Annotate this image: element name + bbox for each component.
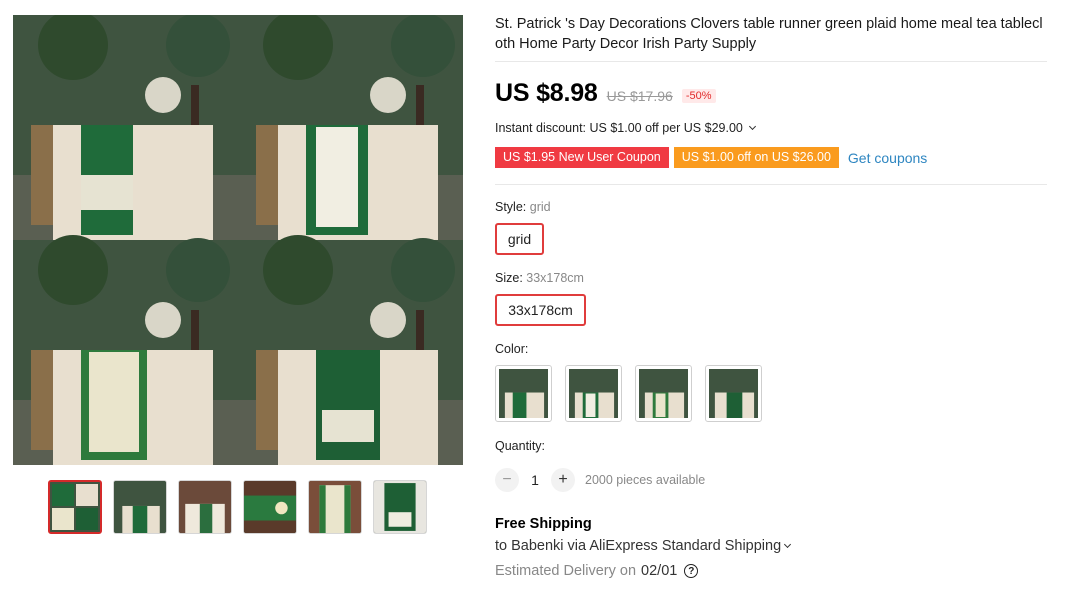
thumbnail-strip — [48, 480, 427, 534]
thumbnail-3[interactable] — [178, 480, 232, 534]
product-info: St. Patrick 's Day Decorations Clovers t… — [495, 14, 1047, 54]
color-swatch-4[interactable] — [705, 365, 762, 422]
price-row: US $8.98 US $17.96 -50% — [495, 79, 716, 108]
size-label: Size: 33x178cm — [495, 271, 584, 285]
color-swatches — [495, 365, 762, 422]
image-quadrant-4 — [238, 235, 463, 465]
quantity-label: Quantity: — [495, 439, 546, 453]
product-title: St. Patrick 's Day Decorations Clovers t… — [495, 16, 1043, 52]
current-price: US $8.98 — [495, 79, 598, 107]
coupon-row: US $1.95 New User Coupon US $1.00 off on… — [495, 147, 927, 168]
style-label: Style: grid — [495, 200, 551, 214]
divider — [495, 184, 1047, 185]
quantity-stepper: − 1 + 2000 pieces available — [495, 468, 705, 492]
delivery-date: 02/01 — [641, 563, 678, 579]
color-label: Color: — [495, 342, 529, 356]
style-selected-value: grid — [529, 200, 551, 214]
color-swatch-2[interactable] — [565, 365, 622, 422]
thumbnail-6[interactable] — [373, 480, 427, 534]
chevron-down-icon — [748, 122, 756, 130]
original-price: US $17.96 — [606, 88, 673, 104]
style-option-grid[interactable]: grid — [495, 223, 544, 255]
delivery-prefix: Estimated Delivery on — [495, 563, 637, 579]
divider — [495, 61, 1047, 62]
quantity-value[interactable]: 1 — [519, 472, 551, 488]
store-coupon[interactable]: US $1.00 off on US $26.00 — [673, 147, 839, 168]
thumbnail-5[interactable] — [308, 480, 362, 534]
instant-discount[interactable]: Instant discount: US $1.00 off per US $2… — [495, 121, 756, 135]
image-quadrant-1 — [13, 15, 238, 240]
color-swatch-3[interactable] — [635, 365, 692, 422]
image-quadrant-3 — [13, 235, 238, 465]
discount-badge: -50% — [681, 89, 716, 103]
help-icon[interactable]: ? — [684, 564, 699, 578]
size-selected-value: 33x178cm — [526, 271, 584, 285]
image-quadrant-2 — [238, 15, 463, 240]
shipping-method[interactable]: to Babenki via AliExpress Standard Shipp… — [495, 538, 792, 554]
thumbnail-2[interactable] — [113, 480, 167, 534]
increase-quantity-button[interactable]: + — [551, 468, 575, 492]
instant-discount-text: Instant discount: US $1.00 off per US $2… — [495, 121, 743, 135]
decrease-quantity-button[interactable]: − — [495, 468, 519, 492]
thumbnail-4[interactable] — [243, 480, 297, 534]
get-coupons-link[interactable]: Get coupons — [848, 150, 927, 166]
available-stock: 2000 pieces available — [585, 473, 706, 487]
shipping-title: Free Shipping — [495, 516, 592, 532]
color-swatch-1[interactable] — [495, 365, 552, 422]
chevron-down-icon — [784, 540, 792, 548]
shipping-method-text: to Babenki via AliExpress Standard Shipp… — [495, 538, 782, 554]
thumbnail-1[interactable] — [48, 480, 102, 534]
estimated-delivery: Estimated Delivery on 02/01 ? — [495, 563, 699, 579]
main-product-image[interactable] — [13, 15, 463, 465]
new-user-coupon[interactable]: US $1.95 New User Coupon — [495, 147, 669, 168]
size-option-33x178[interactable]: 33x178cm — [495, 294, 586, 326]
